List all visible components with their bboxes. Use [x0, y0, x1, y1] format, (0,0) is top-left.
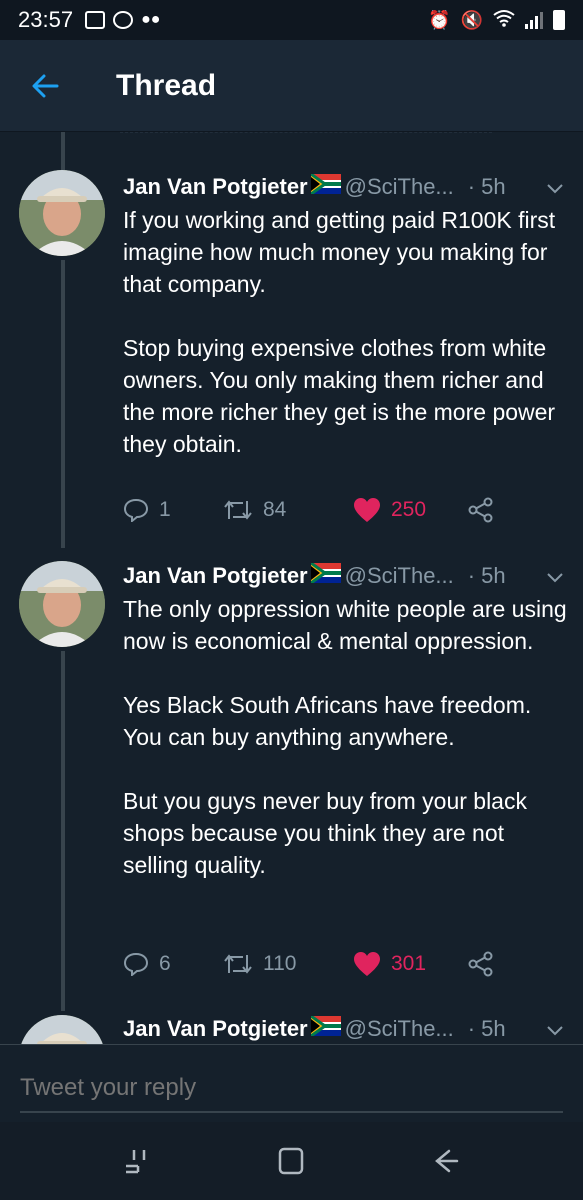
reply-count: 6 [159, 952, 171, 975]
status-bar: 23:57 ●● ⏰ 🔇 [0, 0, 583, 40]
south-africa-flag-icon [309, 1014, 341, 1042]
like-count: 301 [391, 952, 427, 975]
south-africa-flag-icon [309, 561, 341, 589]
separator-dot: · [467, 174, 476, 199]
tweet-time: 5h [481, 174, 506, 199]
south-africa-flag-icon [309, 172, 341, 200]
avatar[interactable] [19, 561, 105, 647]
tweet-text: If you working and getting paid R100K fi… [123, 207, 556, 457]
author-handle[interactable]: @SciThe... [345, 1016, 454, 1042]
tweet[interactable]: Jan Van Potgieter @SciThe... · 5h The on… [0, 552, 583, 1012]
mute-icon: 🔇 [460, 9, 483, 30]
signal-icon [525, 11, 543, 29]
home-button[interactable] [261, 1131, 321, 1191]
chevron-down-icon[interactable] [547, 174, 563, 200]
like-button[interactable]: 301 [353, 951, 468, 977]
arrow-left-icon [32, 74, 59, 97]
whatsapp-notification-icon [113, 11, 134, 29]
retweet-button[interactable]: 84 [223, 498, 353, 522]
tweet-meta: Jan Van Potgieter @SciThe... · 5h [123, 561, 569, 591]
app-header: Thread [0, 40, 583, 132]
chevron-down-icon[interactable] [547, 563, 563, 589]
page-title: Thread [116, 68, 217, 102]
heart-icon [354, 952, 380, 976]
retweet-icon [224, 500, 252, 520]
tweet[interactable]: Jan Van Potgieter @SciThe... · 5h If you… [0, 132, 583, 532]
alarm-icon: ⏰ [428, 9, 451, 30]
author-handle[interactable]: @SciThe... [345, 174, 454, 200]
reply-button[interactable]: 6 [123, 952, 223, 976]
reply-count: 1 [159, 498, 171, 521]
reply-input[interactable] [20, 1065, 563, 1113]
tweet-time: 5h [481, 563, 506, 588]
system-back-icon [434, 1149, 459, 1173]
avatar[interactable] [19, 170, 105, 256]
share-button[interactable] [468, 497, 494, 523]
back-button[interactable] [0, 40, 90, 132]
retweet-count: 84 [263, 498, 287, 521]
retweet-count: 110 [263, 952, 297, 975]
tweet-actions: 6 110 301 [123, 944, 503, 984]
system-nav-bar [0, 1122, 583, 1200]
reply-bar [0, 1044, 583, 1122]
author-name[interactable]: Jan Van Potgieter [123, 563, 308, 589]
separator-dot: · [467, 563, 476, 588]
retweet-button[interactable]: 110 [223, 952, 353, 976]
avatar[interactable] [19, 1015, 105, 1044]
wifi-icon [493, 9, 515, 32]
tweet-text: The only oppression white people are usi… [123, 596, 567, 878]
tweet-meta: Jan Van Potgieter @SciThe... · 5h [123, 1014, 569, 1044]
tweet-actions: 1 84 250 [123, 490, 503, 530]
battery-icon [553, 10, 565, 30]
comment-icon [123, 952, 149, 976]
tweet-meta: Jan Van Potgieter @SciThe... · 5h [123, 172, 569, 202]
system-back-button[interactable] [416, 1131, 476, 1191]
heart-icon [354, 498, 380, 522]
retweet-icon [224, 954, 252, 974]
share-icon [468, 497, 493, 523]
author-handle[interactable]: @SciThe... [345, 563, 454, 589]
author-name[interactable]: Jan Van Potgieter [123, 174, 308, 200]
status-time: 23:57 [18, 7, 74, 32]
reply-button[interactable]: 1 [123, 498, 223, 522]
separator-dot: · [467, 1016, 476, 1041]
tweet[interactable]: Jan Van Potgieter @SciThe... · 5h [0, 1012, 583, 1044]
home-icon [279, 1147, 304, 1175]
chevron-down-icon[interactable] [547, 1016, 563, 1042]
app-notification-icon: ●● [141, 11, 161, 28]
like-button[interactable]: 250 [353, 497, 468, 523]
share-icon [468, 951, 493, 977]
thread-feed[interactable]: Jan Van Potgieter @SciThe... · 5h If you… [0, 132, 583, 1044]
comment-icon [123, 498, 149, 522]
like-count: 250 [391, 498, 427, 521]
recent-apps-button[interactable] [107, 1131, 167, 1191]
share-button[interactable] [468, 951, 494, 977]
recent-apps-icon [126, 1150, 146, 1174]
gallery-notification-icon [85, 11, 106, 29]
tweet-time: 5h [481, 1016, 506, 1041]
author-name[interactable]: Jan Van Potgieter [123, 1016, 308, 1042]
